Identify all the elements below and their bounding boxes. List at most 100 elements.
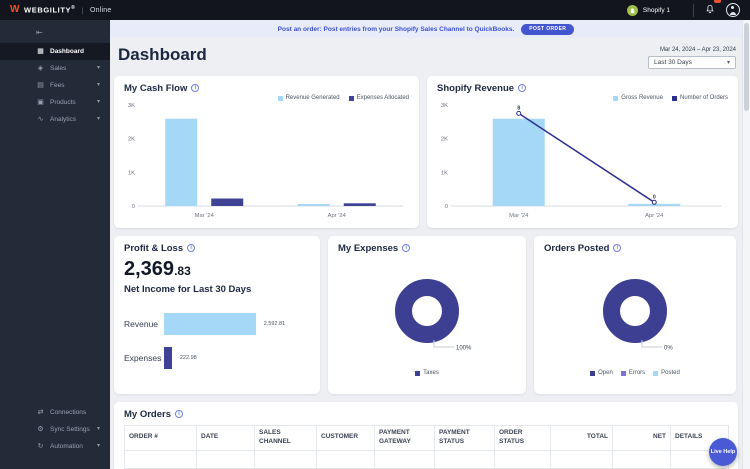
legend-swatch <box>672 96 677 101</box>
orders-row: My Orders i ORDER #DATESALES CHANNELCUST… <box>114 402 738 469</box>
dashboard-icon: ▦ <box>36 47 45 56</box>
my-orders-card: My Orders i ORDER #DATESALES CHANNELCUST… <box>114 402 738 469</box>
column-header: ORDER STATUS <box>495 426 551 451</box>
profit-loss-card: Profit & Loss i 2,369.83 Net Income for … <box>114 236 320 394</box>
bar-label: Expenses <box>124 353 164 363</box>
info-icon[interactable]: i <box>613 244 621 252</box>
svg-text:8: 8 <box>517 105 520 111</box>
profit-loss-title: Profit & Loss <box>124 243 183 254</box>
table-cell <box>375 450 435 468</box>
info-icon[interactable]: i <box>187 244 195 252</box>
notifications-button[interactable]: 7 <box>703 0 717 20</box>
svg-text:100%: 100% <box>456 346 472 352</box>
sidebar-item-label: Sync Settings <box>50 425 90 434</box>
orders-posted-title: Orders Posted <box>544 243 609 254</box>
column-header: TOTAL <box>551 426 613 451</box>
sidebar-item-label: Products <box>50 98 76 107</box>
my-expenses-chart: 100% <box>338 257 516 369</box>
sidebar-item-sales[interactable]: ◈Sales▾ <box>0 60 110 77</box>
column-header: PAYMENT GATEWAY <box>375 426 435 451</box>
store-selector-button[interactable]: Shopify 1 <box>621 3 684 18</box>
period-select-value: Last 30 Days <box>654 59 692 66</box>
sidebar-item-products[interactable]: ▣ Products ▾ <box>0 94 110 111</box>
date-range-label: Mar 24, 2024 – Apr 23, 2024 <box>660 47 736 53</box>
legend-item: Open <box>590 370 613 376</box>
cash-flow-legend: Revenue Generated Expenses Allocated <box>278 95 409 101</box>
table-cell <box>435 450 495 468</box>
orders-table: ORDER #DATESALES CHANNELCUSTOMERPAYMENT … <box>124 425 729 469</box>
orders-table-empty-row <box>125 450 729 468</box>
page-title: Dashboard <box>118 45 207 65</box>
svg-text:Mar '24: Mar '24 <box>509 213 529 219</box>
notification-badge: 7 <box>714 0 721 3</box>
sidebar-item-label: Sales <box>50 64 66 73</box>
legend-item: Gross Revenue <box>613 95 663 101</box>
svg-text:0: 0 <box>653 194 656 200</box>
svg-text:2K: 2K <box>128 137 135 143</box>
cash-flow-chart: 01K2K3KMar '24Apr '24 <box>124 97 409 221</box>
sidebar: ⇤ ▦ Dashboard ◈Sales▾▤Fees▾ ▣ Products ▾ ∿Anal… <box>0 20 110 469</box>
bar-value: 2,592.81 <box>264 321 285 327</box>
column-header: DATE <box>197 426 255 451</box>
column-header: SALES CHANNEL <box>255 426 317 451</box>
bar <box>164 347 172 369</box>
sidebar-collapse-icon[interactable]: ⇤ <box>0 20 110 43</box>
topbar-actions: Shopify 1 7 <box>621 0 740 20</box>
svg-text:0%: 0% <box>664 346 673 352</box>
vertical-scrollbar <box>742 20 750 469</box>
user-account-button[interactable] <box>726 3 740 17</box>
period-select[interactable]: Last 30 Days ▾ <box>648 56 736 69</box>
column-header: CUSTOMER <box>317 426 375 451</box>
post-order-button[interactable]: POST ORDER <box>521 24 574 35</box>
my-expenses-card: My Expenses i 100% Taxes <box>328 236 526 394</box>
sidebar-item-automation[interactable]: ↻Automation▾ <box>0 438 110 455</box>
orders-table-header-row: ORDER #DATESALES CHANNELCUSTOMERPAYMENT … <box>125 426 729 451</box>
net-income-subtitle: Net Income for Last 30 Days <box>124 284 310 295</box>
info-icon[interactable]: i <box>402 244 410 252</box>
profit-loss-bar-row: Revenue 2,592.81 <box>124 312 310 335</box>
topbar-divider <box>693 4 694 17</box>
sidebar-item-sync-settings[interactable]: ⚙ Sync Settings ▾ <box>0 421 110 438</box>
chevron-down-icon: ▾ <box>97 81 100 90</box>
webgility-logo-icon: W <box>10 5 20 15</box>
sync-icon: ⚙ <box>36 425 45 434</box>
svg-text:1K: 1K <box>128 170 135 176</box>
svg-text:Mar '24: Mar '24 <box>195 213 215 219</box>
svg-text:0: 0 <box>132 204 135 210</box>
sidebar-item-label: Dashboard <box>50 47 84 56</box>
sidebar-item-connections[interactable]: ⇄Connections <box>0 404 110 421</box>
chevron-down-icon: ▾ <box>97 425 100 434</box>
legend-swatch <box>653 371 658 376</box>
legend-item: Taxes <box>415 370 439 376</box>
chevron-down-icon: ▾ <box>97 98 100 107</box>
svg-text:Apr '24: Apr '24 <box>645 213 664 219</box>
svg-text:3K: 3K <box>128 103 135 109</box>
sidebar-item-fees[interactable]: ▤Fees▾ <box>0 77 110 94</box>
products-icon: ▣ <box>36 98 45 107</box>
sidebar-item-dashboard[interactable]: ▦ Dashboard <box>0 43 110 60</box>
page-header: Dashboard Mar 24, 2024 – Apr 23, 2024 La… <box>110 38 742 74</box>
info-icon[interactable]: i <box>518 84 526 92</box>
webgility-logo: W WEBGILITY® | Online <box>10 5 111 15</box>
profit-loss-chart: Revenue 2,592.81 Expenses 222.98 <box>124 312 310 369</box>
legend-item: Expenses Allocated <box>349 95 409 101</box>
legend-item: Revenue Generated <box>278 95 340 101</box>
orders-posted-legend: OpenErrorsPosted <box>544 370 726 376</box>
table-cell <box>125 450 197 468</box>
bar <box>164 313 256 335</box>
bar-value: 222.98 <box>180 355 197 361</box>
bar-label: Revenue <box>124 319 164 329</box>
column-header: PAYMENT STATUS <box>435 426 495 451</box>
sidebar-item-analytics[interactable]: ∿Analytics▾ <box>0 111 110 128</box>
column-header: ORDER # <box>125 426 197 451</box>
live-help-button[interactable]: Live Help <box>709 438 737 466</box>
brand-separator: | <box>81 6 84 15</box>
scrollbar-thumb[interactable] <box>744 23 749 111</box>
svg-text:2K: 2K <box>441 137 448 143</box>
info-icon[interactable]: i <box>175 410 183 418</box>
info-icon[interactable]: i <box>191 84 199 92</box>
brand-name: WEBGILITY® <box>24 5 75 15</box>
legend-swatch <box>621 371 626 376</box>
store-name: Shopify 1 <box>643 7 670 14</box>
svg-text:0: 0 <box>445 204 448 210</box>
